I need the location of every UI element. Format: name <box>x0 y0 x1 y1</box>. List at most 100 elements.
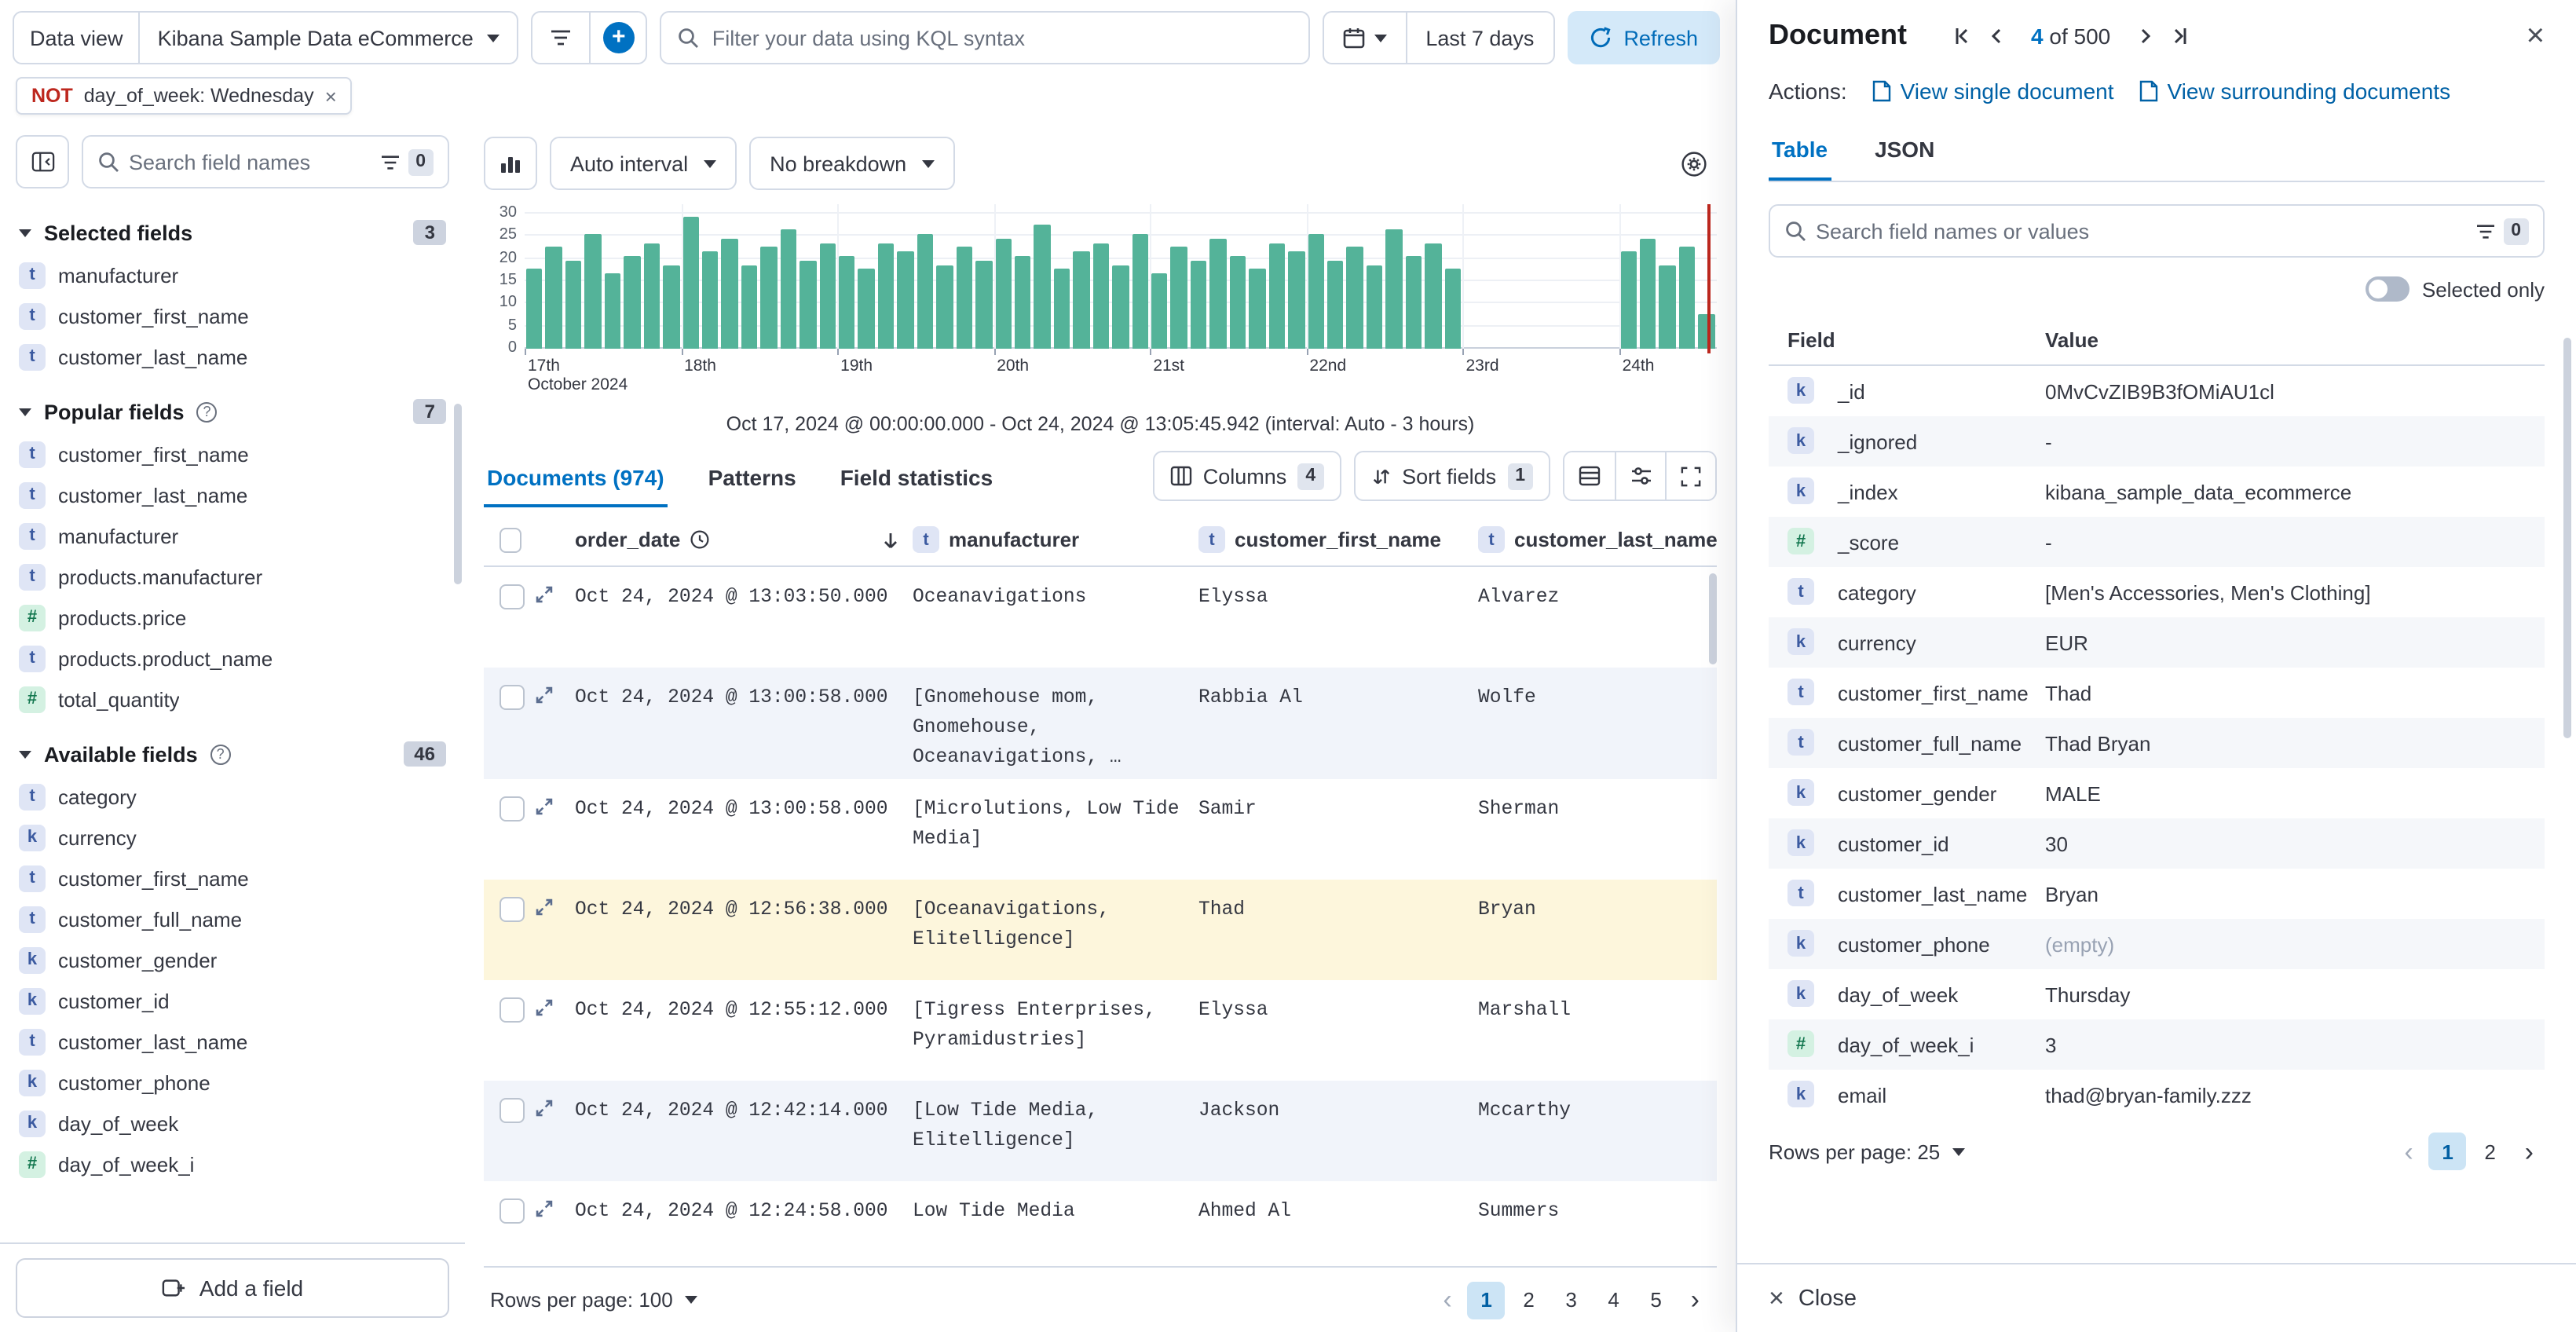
expand-document-button[interactable] <box>531 779 572 861</box>
field-item-customer-last-name[interactable]: tcustomer_last_name <box>19 1021 446 1062</box>
collapse-sidebar-button[interactable] <box>16 135 69 188</box>
tab-field-statistics[interactable]: Field statistics <box>837 456 997 507</box>
sort-fields-button[interactable]: Sort fields 1 <box>1353 451 1550 501</box>
last-document-button[interactable] <box>2165 21 2194 49</box>
row-checkbox[interactable] <box>499 1198 525 1224</box>
field-item-customer-gender[interactable]: kcustomer_gender <box>19 939 446 980</box>
expand-document-button[interactable] <box>531 880 572 961</box>
field-item-customer-first-name[interactable]: tcustomer_first_name <box>19 434 446 474</box>
kql-search-bar[interactable] <box>660 11 1310 64</box>
flyout-rows-per-page-button[interactable]: Rows per page: 25 <box>1769 1140 1965 1163</box>
previous-page-button[interactable]: ‹ <box>2393 1138 2424 1165</box>
section-header-popular-fields[interactable]: Popular fields?7 <box>19 399 446 424</box>
field-search-bar[interactable]: 0 <box>82 135 449 188</box>
field-item-customer-phone[interactable]: kcustomer_phone <box>19 1062 446 1103</box>
kql-search-input[interactable] <box>712 26 1293 49</box>
tab-table[interactable]: Table <box>1769 124 1831 181</box>
field-item-customer-first-name[interactable]: tcustomer_first_name <box>19 858 446 898</box>
previous-document-button[interactable] <box>1982 21 2011 49</box>
row-density-button[interactable] <box>1564 452 1615 500</box>
refresh-button[interactable]: Refresh <box>1567 11 1720 64</box>
doc-field-search-input[interactable] <box>1816 219 2465 243</box>
column-header-customer-last-name[interactable]: t customer_last_name <box>1475 517 1717 565</box>
field-item-day-of-week[interactable]: kday_of_week <box>19 1103 446 1144</box>
saved-query-menu-button[interactable] <box>533 13 590 63</box>
page-number-button[interactable]: 5 <box>1637 1281 1675 1319</box>
expand-document-button[interactable] <box>531 668 572 779</box>
date-quick-menu-button[interactable] <box>1323 13 1405 63</box>
field-item-currency[interactable]: kcurrency <box>19 817 446 858</box>
add-field-button[interactable]: Add a field <box>16 1258 449 1318</box>
page-number-button[interactable]: 2 <box>1510 1281 1548 1319</box>
row-checkbox[interactable] <box>499 685 525 710</box>
next-page-button[interactable]: › <box>1680 1286 1711 1313</box>
field-item-customer-first-name[interactable]: tcustomer_first_name <box>19 295 446 336</box>
interval-select[interactable]: Auto interval <box>550 137 737 190</box>
field-item-customer-last-name[interactable]: tcustomer_last_name <box>19 336 446 377</box>
sidebar-scrollbar[interactable] <box>454 404 462 584</box>
rows-per-page-button[interactable]: Rows per page: 100 <box>490 1288 698 1312</box>
close-flyout-button[interactable]: × Close <box>1769 1285 1857 1312</box>
field-item-customer-id[interactable]: kcustomer_id <box>19 980 446 1021</box>
field-item-manufacturer[interactable]: tmanufacturer <box>19 254 446 295</box>
data-view-button[interactable]: Kibana Sample Data eCommerce <box>141 13 518 63</box>
flyout-scrollbar[interactable] <box>2563 338 2571 738</box>
selected-only-toggle[interactable] <box>2366 276 2410 302</box>
edit-visualization-button[interactable] <box>484 137 537 190</box>
tab-documents[interactable]: Documents (974) <box>484 456 668 507</box>
expand-document-button[interactable] <box>531 1081 572 1162</box>
field-item-customer-full-name[interactable]: tcustomer_full_name <box>19 898 446 939</box>
page-number-button[interactable]: 3 <box>1553 1281 1590 1319</box>
column-header-manufacturer[interactable]: t manufacturer <box>909 517 1195 565</box>
field-item-products-manufacturer[interactable]: tproducts.manufacturer <box>19 556 446 597</box>
fullscreen-button[interactable] <box>1665 452 1715 500</box>
column-header-order-date[interactable]: order_date <box>572 517 909 565</box>
expand-document-button[interactable] <box>531 567 572 622</box>
field-item-manufacturer[interactable]: tmanufacturer <box>19 515 446 556</box>
field-item-customer-last-name[interactable]: tcustomer_last_name <box>19 474 446 515</box>
first-document-button[interactable] <box>1948 21 1976 49</box>
chart-options-button[interactable] <box>1670 140 1717 187</box>
time-range-button[interactable]: Last 7 days <box>1405 13 1553 63</box>
next-page-button[interactable]: › <box>2514 1138 2545 1165</box>
page-number-button[interactable]: 2 <box>2472 1133 2509 1170</box>
tab-patterns[interactable]: Patterns <box>705 456 800 507</box>
row-checkbox[interactable] <box>499 796 525 822</box>
view-single-document-link[interactable]: View single document <box>1872 79 2114 104</box>
row-checkbox[interactable] <box>499 997 525 1023</box>
field-filter-button[interactable]: 0 <box>379 148 434 175</box>
histogram-plot[interactable] <box>525 204 1717 349</box>
grid-settings-button[interactable] <box>1615 452 1665 500</box>
page-number-button[interactable]: 1 <box>1468 1281 1506 1319</box>
remove-filter-icon[interactable]: × <box>325 86 337 106</box>
field-item-products-price[interactable]: #products.price <box>19 597 446 638</box>
row-checkbox[interactable] <box>499 1098 525 1123</box>
select-all-checkbox[interactable] <box>499 527 521 552</box>
field-item-products-product-name[interactable]: tproducts.product_name <box>19 638 446 679</box>
field-search-input[interactable] <box>129 150 370 174</box>
next-document-button[interactable] <box>2131 21 2159 49</box>
breakdown-select[interactable]: No breakdown <box>749 137 955 190</box>
columns-button[interactable]: Columns 4 <box>1153 451 1341 501</box>
page-number-button[interactable]: 4 <box>1595 1281 1633 1319</box>
field-item-day-of-week-i[interactable]: #day_of_week_i <box>19 1144 446 1184</box>
previous-page-button[interactable]: ‹ <box>1432 1286 1462 1313</box>
view-surrounding-documents-link[interactable]: View surrounding documents <box>2139 79 2451 104</box>
add-filter-button[interactable]: + <box>590 13 646 63</box>
doc-field-filter-button[interactable]: 0 <box>2475 218 2529 244</box>
filter-pill-day-of-week[interactable]: NOT day_of_week: Wednesday × <box>16 77 353 115</box>
expand-document-button[interactable] <box>531 1181 572 1236</box>
close-flyout-icon[interactable]: × <box>2527 20 2545 51</box>
page-number-button[interactable]: 1 <box>2429 1133 2467 1170</box>
row-checkbox[interactable] <box>499 584 525 609</box>
table-scrollbar[interactable] <box>1709 573 1717 664</box>
row-checkbox[interactable] <box>499 897 525 922</box>
doc-field-search-bar[interactable]: 0 <box>1769 204 2545 258</box>
column-header-customer-first-name[interactable]: t customer_first_name <box>1195 517 1475 565</box>
tab-json[interactable]: JSON <box>1872 124 1937 181</box>
expand-document-button[interactable] <box>531 980 572 1062</box>
section-header-selected-fields[interactable]: Selected fields3 <box>19 220 446 245</box>
section-header-available-fields[interactable]: Available fields?46 <box>19 741 446 767</box>
field-item-category[interactable]: tcategory <box>19 776 446 817</box>
field-item-total-quantity[interactable]: #total_quantity <box>19 679 446 719</box>
